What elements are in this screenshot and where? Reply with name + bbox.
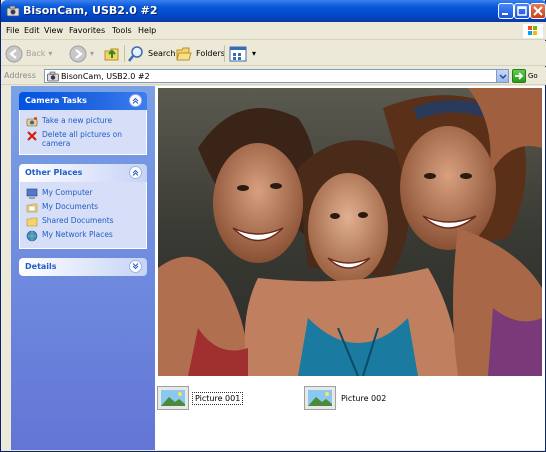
task-label: Delete all pictures on camera [42, 130, 123, 148]
other-places-header[interactable]: Other Places [19, 164, 147, 182]
camera-icon [6, 5, 20, 17]
back-label: Back [26, 49, 46, 58]
windows-logo-icon [523, 24, 543, 38]
details-panel: Details [19, 258, 147, 276]
my-documents-icon [26, 203, 38, 213]
other-places-panel: Other Places My Computer My Documents Sh… [19, 164, 147, 249]
close-icon [533, 6, 543, 16]
search-button[interactable]: Search [127, 44, 175, 63]
menu-tools[interactable]: Tools [112, 26, 132, 35]
window-title: BisonCam, USB2.0 #2 [23, 4, 158, 17]
search-label: Search [148, 49, 176, 58]
picture-label[interactable]: Picture 001 [192, 391, 244, 405]
address-label: Address [4, 71, 36, 80]
go-arrow-icon [515, 72, 524, 80]
task-label: My Documents [42, 202, 99, 211]
chevron-up-icon [132, 97, 139, 104]
close-button[interactable] [530, 3, 546, 19]
landscape-picture-icon [308, 390, 332, 406]
place-my-network-places[interactable]: My Network Places [26, 230, 140, 242]
maximize-button[interactable] [514, 3, 530, 19]
address-value: BisonCam, USB2.0 #2 [61, 72, 150, 81]
views-button[interactable]: ▾ [229, 44, 256, 63]
back-dropdown-icon[interactable]: ▾ [48, 49, 52, 58]
minimize-icon [502, 13, 508, 15]
chevron-up-icon [132, 169, 139, 176]
landscape-picture-icon [161, 390, 185, 406]
panel-body: Take a new picture Delete all pictures o… [19, 110, 147, 155]
address-dropdown-button[interactable] [496, 70, 508, 82]
task-label: Shared Documents [42, 216, 114, 225]
go-label[interactable]: Go [528, 72, 538, 80]
toolbar-separator [224, 45, 225, 62]
details-header[interactable]: Details [19, 258, 147, 276]
place-my-computer[interactable]: My Computer [26, 188, 140, 200]
menu-edit[interactable]: Edit [24, 26, 40, 35]
camera-tasks-panel: Camera Tasks Take a new picture Delete a… [19, 92, 147, 155]
picture-thumbnail[interactable] [304, 386, 336, 410]
task-label: Take a new picture [42, 116, 113, 125]
place-my-documents[interactable]: My Documents [26, 202, 140, 214]
go-button[interactable] [512, 69, 526, 83]
panel-body: My Computer My Documents Shared Document… [19, 182, 147, 249]
forward-arrow-icon [69, 45, 87, 62]
folders-icon [176, 47, 192, 60]
panel-title: Other Places [25, 168, 83, 177]
address-input[interactable]: BisonCam, USB2.0 #2 [44, 69, 509, 83]
task-delete-all[interactable]: Delete all pictures on camera [26, 130, 140, 148]
take-picture-icon [26, 117, 38, 127]
views-icon [229, 46, 247, 61]
picture-label[interactable]: Picture 002 [339, 393, 388, 404]
task-pane: Camera Tasks Take a new picture Delete a… [11, 86, 155, 450]
camera-icon [47, 71, 59, 82]
address-bar: Address BisonCam, USB2.0 #2 Go [1, 67, 546, 85]
task-take-picture[interactable]: Take a new picture [26, 116, 140, 128]
forward-button[interactable]: ▾ [69, 44, 94, 63]
folders-button[interactable]: Folders [175, 44, 225, 63]
back-arrow-icon [5, 45, 23, 62]
panel-title: Camera Tasks [25, 96, 87, 105]
photo-preview [158, 88, 542, 376]
content-area: Picture 001 Picture 002 [155, 86, 545, 450]
task-label: My Computer [42, 188, 93, 197]
search-icon [128, 45, 143, 62]
maximize-icon [517, 6, 527, 16]
collapse-button[interactable] [129, 166, 142, 179]
picture-thumbnail[interactable] [157, 386, 189, 410]
toolbar-separator [124, 45, 125, 62]
explorer-window: BisonCam, USB2.0 #2 File Edit View Favor… [0, 0, 546, 452]
menu-bar: File Edit View Favorites Tools Help [1, 22, 546, 40]
shared-documents-icon [26, 217, 38, 227]
chevron-down-icon [132, 263, 139, 270]
back-button[interactable]: Back ▾ [5, 44, 52, 63]
delete-x-icon [27, 131, 37, 141]
camera-tasks-header[interactable]: Camera Tasks [19, 92, 147, 110]
minimize-button[interactable] [498, 3, 514, 19]
panel-title: Details [25, 262, 57, 271]
title-bar[interactable]: BisonCam, USB2.0 #2 [1, 0, 546, 22]
toolbar: Back ▾ ▾ Search Folders ▾ [1, 41, 546, 66]
network-places-icon [26, 230, 38, 242]
up-button[interactable] [103, 44, 121, 63]
picture-item[interactable]: Picture 002 [304, 386, 388, 410]
task-label: My Network Places [42, 230, 113, 239]
folders-label: Folders [196, 49, 225, 58]
views-dropdown-icon[interactable]: ▾ [252, 49, 256, 58]
menu-view[interactable]: View [44, 26, 63, 35]
folder-up-icon [104, 48, 119, 60]
collapse-button[interactable] [129, 94, 142, 107]
forward-dropdown-icon[interactable]: ▾ [90, 49, 94, 58]
expand-button[interactable] [129, 260, 142, 273]
menu-file[interactable]: File [6, 26, 19, 35]
my-computer-icon [26, 188, 38, 199]
chevron-down-icon [499, 74, 507, 80]
picture-item[interactable]: Picture 001 [157, 386, 244, 410]
place-shared-documents[interactable]: Shared Documents [26, 216, 140, 228]
menu-favorites[interactable]: Favorites [69, 26, 105, 35]
menu-help[interactable]: Help [138, 26, 156, 35]
